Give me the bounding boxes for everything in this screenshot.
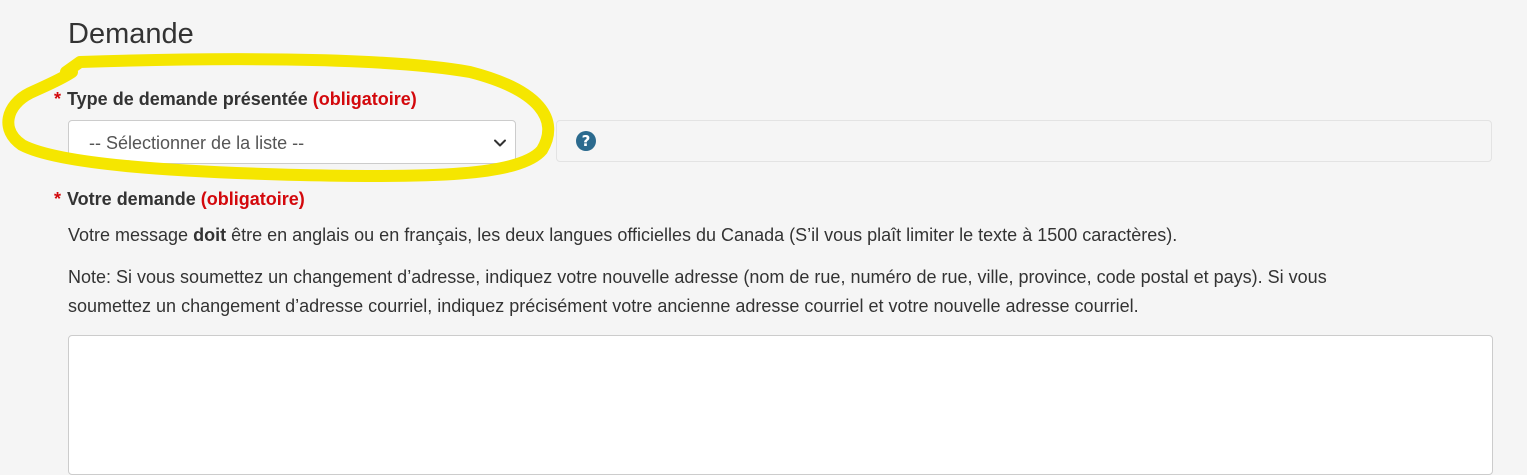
instruction-emphasis: doit <box>193 225 227 245</box>
chevron-down-icon <box>494 139 506 147</box>
language-instruction: Votre message doit être en anglais ou en… <box>68 221 1498 250</box>
required-indicator: (obligatoire) <box>312 89 417 109</box>
request-label: * Votre demande (obligatoire) <box>54 187 305 211</box>
request-textarea[interactable] <box>68 335 1493 475</box>
request-type-label-text: Type de demande présentée <box>67 89 308 109</box>
request-type-select[interactable]: -- Sélectionner de la liste -- <box>68 120 516 164</box>
instruction-text-start: Votre message <box>68 225 194 245</box>
request-form-page: Demande * Type de demande présentée (obli… <box>0 0 1527 475</box>
note-line-2: soumettez un changement d’adresse courri… <box>68 296 1139 316</box>
required-indicator: (obligatoire) <box>200 189 305 209</box>
required-asterisk: * <box>54 189 62 209</box>
request-label-text: Votre demande <box>67 189 196 209</box>
section-title: Demande <box>68 18 194 50</box>
request-type-label: * Type de demande présentée (obligatoire) <box>54 87 417 111</box>
address-change-note: Note: Si vous soumettez un changement d’… <box>68 263 1498 321</box>
question-circle-icon[interactable]: ? <box>576 131 596 151</box>
help-panel: ? <box>556 120 1492 162</box>
instruction-text-end: être en anglais ou en français, les deux… <box>226 225 1178 245</box>
note-line-1: Note: Si vous soumettez un changement d’… <box>68 267 1327 287</box>
required-asterisk: * <box>54 89 62 109</box>
request-type-select-value: -- Sélectionner de la liste -- <box>89 133 305 153</box>
